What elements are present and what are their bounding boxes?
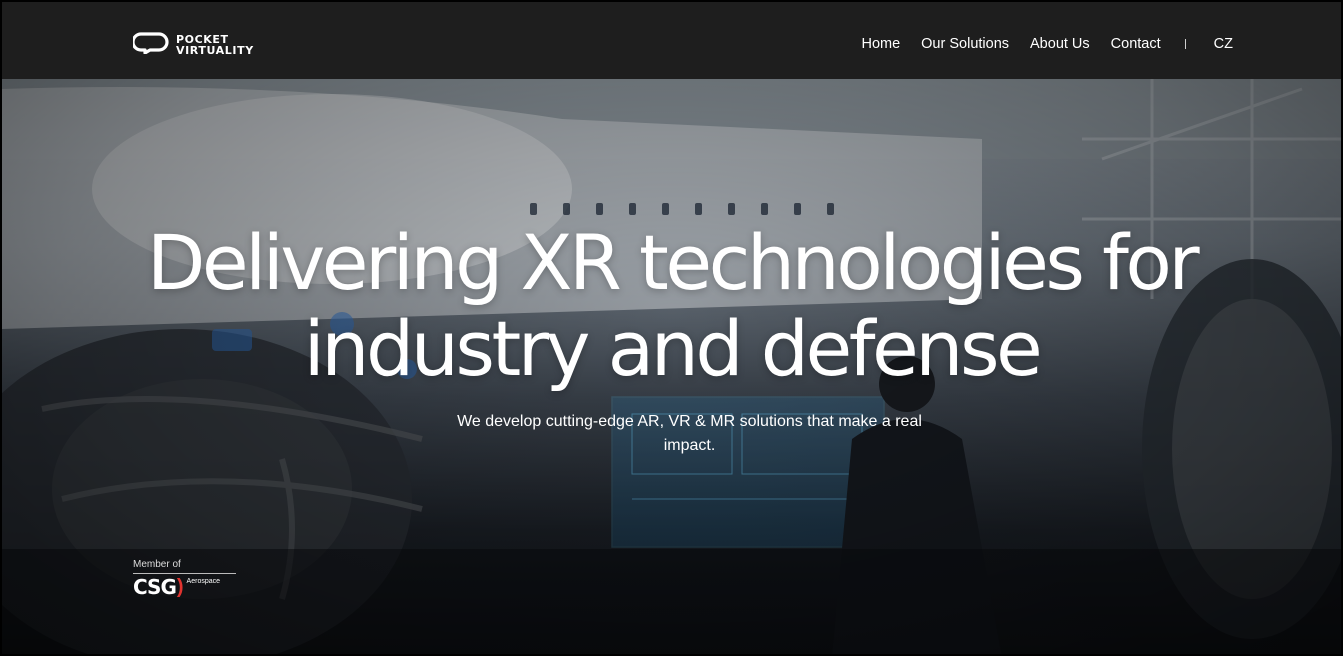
csg-aerospace-logo[interactable]: CSG ) Aerospace	[133, 576, 236, 598]
csg-logo-word: CSG	[133, 575, 177, 599]
csg-logo-suffix: Aerospace	[186, 578, 221, 585]
hero-title-line1: Delivering XR technologies for	[146, 218, 1200, 307]
hero-title: Delivering XR technologies for industry …	[2, 220, 1341, 392]
csg-logo-mark: )	[176, 576, 184, 598]
hero-subtitle: We develop cutting-edge AR, VR & MR solu…	[457, 413, 922, 454]
nav-our-solutions-link[interactable]: Our Solutions	[921, 36, 1009, 52]
main-nav: Home Our Solutions About Us Contact CZ	[840, 36, 1233, 52]
page: POCKET VIRTUALITY Home Our Solutions Abo…	[0, 0, 1343, 656]
nav-contact-link[interactable]: Contact	[1111, 36, 1161, 52]
nav-about-us-link[interactable]: About Us	[1030, 36, 1090, 52]
top-navbar: POCKET VIRTUALITY Home Our Solutions Abo…	[2, 2, 1341, 79]
member-of-label: Member of	[133, 559, 181, 570]
language-switch-link[interactable]: CZ	[1214, 36, 1233, 52]
nav-home-link[interactable]: Home	[861, 36, 900, 52]
nav-divider	[1184, 39, 1186, 49]
hero-section: Delivering XR technologies for industry …	[2, 79, 1341, 654]
brand-name: POCKET VIRTUALITY	[176, 34, 254, 56]
brand-logo[interactable]: POCKET VIRTUALITY	[131, 31, 254, 59]
member-divider	[133, 573, 236, 574]
brand-name-line2: VIRTUALITY	[176, 44, 254, 57]
speech-bubble-logo-icon	[131, 31, 169, 59]
hero-title-line2: industry and defense	[303, 304, 1043, 393]
membership-badge: Member of CSG ) Aerospace	[133, 559, 236, 598]
